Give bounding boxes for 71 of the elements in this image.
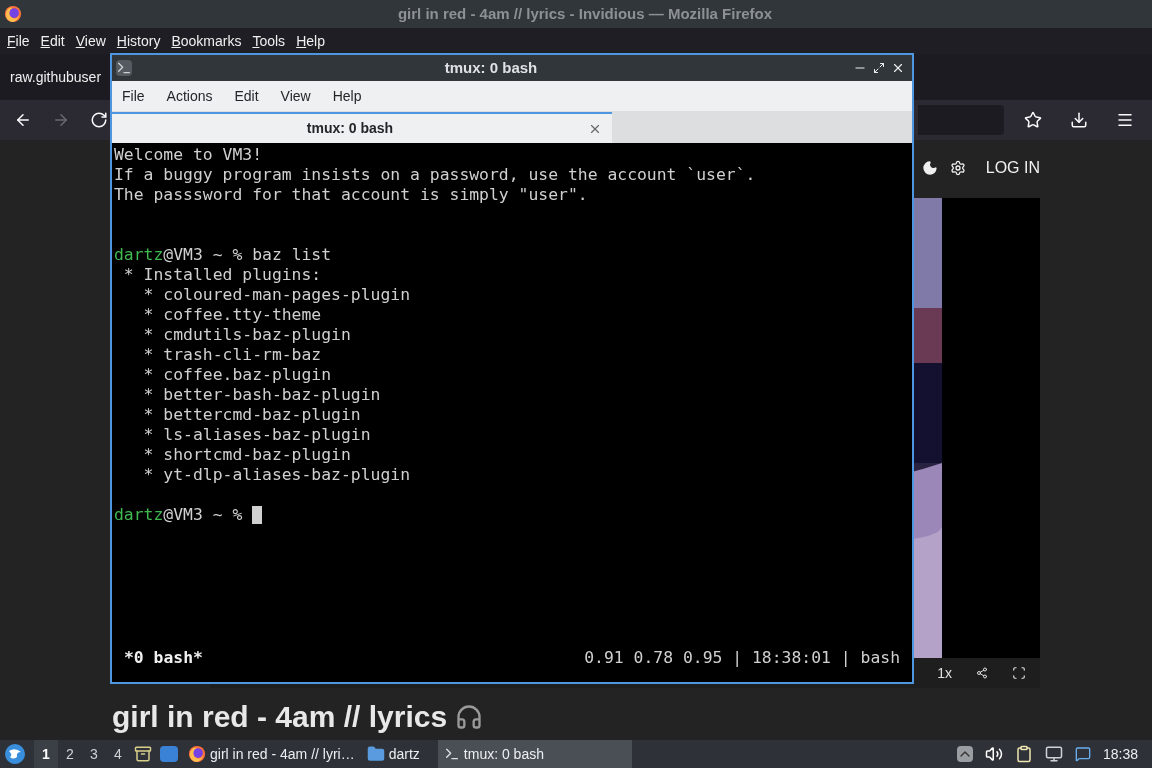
notification-icon[interactable] — [1074, 746, 1091, 762]
menu-item[interactable]: Edit — [234, 85, 259, 107]
terminal-icon — [443, 746, 460, 762]
workspace-button[interactable]: 3 — [82, 740, 106, 768]
menu-item[interactable]: View — [75, 30, 106, 52]
window-title: tmux: 0 bash — [443, 57, 539, 78]
prompt-command: @VM3 ~ % — [163, 505, 244, 525]
tray-expand-icon[interactable] — [956, 746, 973, 762]
menu-item[interactable]: Bookmarks — [171, 30, 242, 52]
menu-item[interactable]: Edit — [40, 30, 65, 52]
terminal-output-line: The passsword for that account is simply "user". — [114, 185, 589, 205]
window-title: girl in red - 4am // lyrics - Invidious — Mozilla Firefox — [396, 3, 774, 24]
prompt-user: dartz — [114, 245, 164, 265]
playback-speed[interactable]: 1x — [937, 662, 952, 684]
firefox-logo-icon — [188, 745, 206, 763]
menu-item[interactable]: Tools — [252, 30, 286, 52]
download-icon[interactable] — [1070, 111, 1088, 129]
reload-arrow-icon — [90, 111, 108, 129]
menu-icon[interactable] — [1116, 111, 1134, 129]
close-icon[interactable] — [891, 61, 905, 75]
menu-item[interactable]: Help — [296, 30, 325, 52]
forward-arrow-icon — [52, 111, 70, 129]
firefox-logo-icon — [4, 5, 22, 23]
tmux-window-label: *0 bash* — [124, 648, 203, 668]
volume-icon[interactable] — [984, 745, 1003, 763]
taskbar-task[interactable]: dartz — [360, 740, 426, 768]
terminal-output-line: * coffee.tty-theme — [142, 305, 323, 325]
headphones-icon — [455, 703, 484, 731]
menu-item[interactable]: View — [280, 85, 311, 107]
workspace-button[interactable]: 4 — [106, 740, 130, 768]
terminal-output-line: * coloured-man-pages-plugin — [142, 285, 412, 305]
terminal-output-line: * better-bash-baz-plugin — [142, 385, 382, 405]
terminal-output-line: * Installed plugins: — [122, 265, 323, 285]
terminal-output-line: * ls-aliases-baz-plugin — [142, 425, 372, 445]
video-heading: girl in red - 4am // lyrics — [112, 700, 448, 734]
clipboard-icon[interactable] — [1014, 745, 1033, 763]
start-menu-icon[interactable] — [4, 743, 26, 765]
bookmark-star-icon[interactable] — [1024, 111, 1042, 129]
terminal-tab[interactable]: tmux: 0 bash — [112, 112, 612, 143]
terminal-output-line: Welcome to VM3! — [114, 145, 264, 165]
maximize-icon[interactable] — [873, 62, 885, 74]
prompt-command: @VM3 ~ % baz list — [163, 245, 332, 265]
terminal-output-line: * trash-cli-rm-baz — [142, 345, 323, 365]
terminal-output-line: * cmdutils-baz-plugin — [142, 325, 352, 345]
terminal-output-line: If a buggy program insists on a password, use the account `user`. — [114, 165, 757, 185]
menu-item[interactable]: File — [7, 30, 30, 52]
login-link[interactable]: LOG IN — [985, 156, 1040, 180]
menu-item[interactable]: Help — [332, 85, 362, 107]
terminal-output-line: * coffee.baz-plugin — [142, 365, 333, 385]
settings-icon[interactable] — [949, 160, 966, 176]
browser-tab[interactable]: raw.githubuser — [0, 66, 112, 88]
file-manager-icon[interactable] — [134, 745, 152, 763]
tmux-status-info: 0.91 0.78 0.95 | 18:38:01 | bash — [584, 648, 900, 668]
terminal-output-line: * yt-dlp-aliases-baz-plugin — [142, 465, 412, 485]
share-icon[interactable] — [976, 667, 988, 679]
moon-icon[interactable] — [921, 160, 938, 176]
menu-item[interactable]: History — [116, 30, 161, 52]
terminal-icon — [116, 60, 132, 76]
fullscreen-icon[interactable] — [1012, 666, 1026, 680]
network-icon[interactable] — [1044, 745, 1063, 763]
folder-icon — [366, 745, 385, 763]
prompt-user: dartz — [114, 505, 164, 525]
clock: 18:38 — [1102, 744, 1138, 764]
taskbar-task[interactable]: girl in red - 4am // lyri… — [182, 740, 361, 768]
menu-item[interactable]: Actions — [166, 85, 213, 107]
terminal-output-line: * shortcmd-baz-plugin — [142, 445, 352, 465]
terminal-output-line: * bettercmd-baz-plugin — [142, 405, 362, 425]
menu-item[interactable]: File — [122, 85, 145, 107]
workspace-button[interactable]: 1 — [34, 740, 58, 768]
taskbar-task[interactable]: tmux: 0 bash — [437, 740, 632, 768]
workspace-button[interactable]: 2 — [58, 740, 82, 768]
